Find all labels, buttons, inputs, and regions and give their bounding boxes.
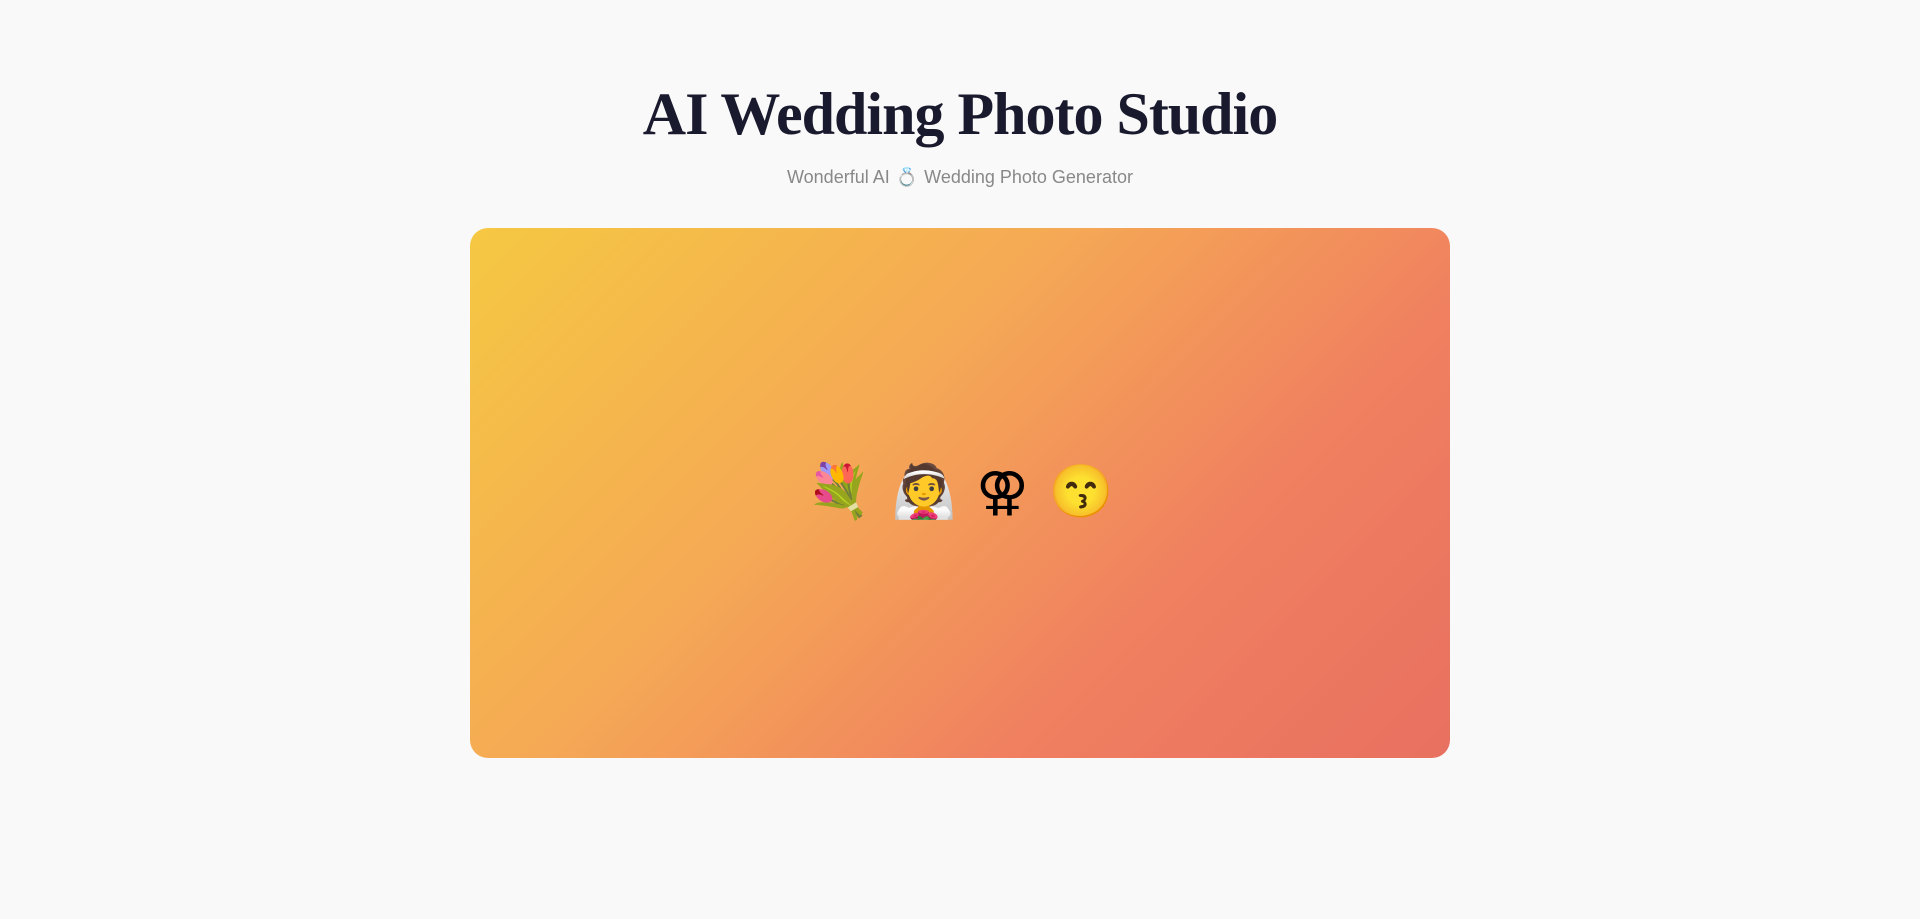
ring-emoji-icon: 💍 [896,167,918,188]
bride-emoji-icon: 👰 [892,467,957,519]
subtitle-part2: Wedding Photo Generator [924,167,1133,188]
gradient-card: 💐 👰 ⚢ 😙 [470,228,1450,758]
subtitle-part1: Wonderful AI [787,167,890,188]
kissing-face-emoji-icon: 😙 [1048,467,1113,519]
page-wrapper: AI Wedding Photo Studio Wonderful AI 💍 W… [0,0,1920,758]
bouquet-emoji-icon: 💐 [807,467,872,519]
subtitle: Wonderful AI 💍 Wedding Photo Generator [787,167,1133,188]
header-section: AI Wedding Photo Studio Wonderful AI 💍 W… [643,80,1277,188]
female-sign-emoji-icon: ⚢ [976,467,1028,519]
main-title: AI Wedding Photo Studio [643,80,1277,149]
emoji-row: 💐 👰 ⚢ 😙 [807,467,1113,519]
